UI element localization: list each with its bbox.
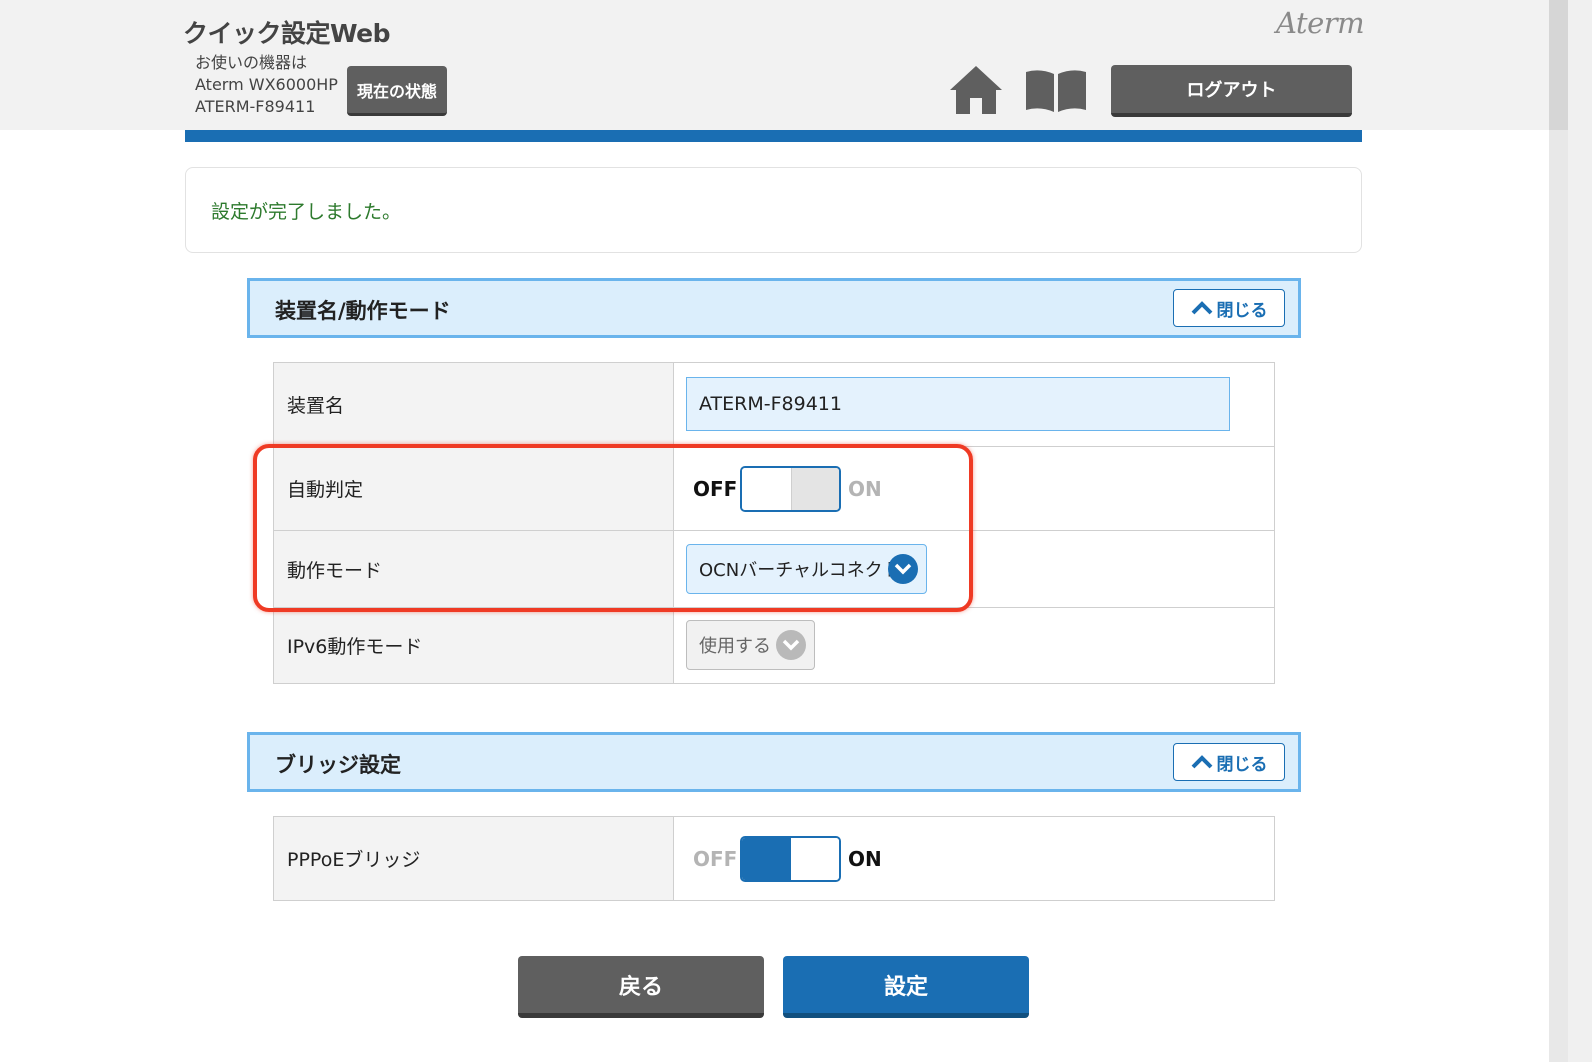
header: クイック設定Web お使いの機器は Aterm WX6000HP ATERM-F…: [0, 0, 1568, 130]
device-info: お使いの機器は Aterm WX6000HP ATERM-F89411: [195, 52, 338, 118]
operation-mode-label: 動作モード: [274, 531, 674, 607]
operation-mode-value: OCNバーチャルコネクト: [699, 560, 901, 581]
app-title: クイック設定Web: [183, 19, 391, 48]
ipv6-mode-label: IPv6動作モード: [274, 608, 674, 683]
chevron-down-icon: [776, 630, 806, 660]
device-name-label: 装置名: [274, 363, 674, 446]
success-message: 設定が完了しました。: [211, 201, 402, 223]
back-button[interactable]: 戻る: [518, 956, 764, 1018]
chevron-down-icon: [888, 554, 918, 584]
section-header-bridge: ブリッジ設定 閉じる: [247, 732, 1301, 792]
collapse-button[interactable]: 閉じる: [1173, 289, 1285, 327]
toggle-off-label: OFF: [693, 846, 738, 871]
auto-detect-toggle[interactable]: [740, 466, 841, 512]
pppoe-bridge-toggle[interactable]: [740, 836, 841, 882]
table-row: 装置名 ATERM-F89411: [274, 363, 1274, 446]
table-row: PPPoEブリッジ OFF ON: [274, 817, 1274, 900]
scrollbar-track[interactable]: [1549, 130, 1568, 1062]
section-title: 装置名/動作モード: [275, 299, 451, 323]
operation-mode-select[interactable]: OCNバーチャルコネクト: [686, 544, 927, 594]
bridge-settings-table: PPPoEブリッジ OFF ON: [273, 816, 1275, 901]
table-row: 自動判定 OFF ON: [274, 446, 1274, 530]
header-accent-bar: [185, 130, 1362, 142]
section-header-device: 装置名/動作モード 閉じる: [247, 278, 1301, 338]
pppoe-bridge-label: PPPoEブリッジ: [274, 817, 674, 900]
toggle-off-label: OFF: [693, 476, 738, 501]
device-name-input[interactable]: ATERM-F89411: [686, 377, 1230, 431]
device-info-line: お使いの機器は: [195, 53, 308, 72]
toggle-on-label: ON: [848, 846, 882, 871]
device-model: Aterm WX6000HP: [195, 75, 338, 94]
section-title: ブリッジ設定: [275, 753, 401, 777]
current-status-button[interactable]: 現在の状態: [347, 66, 447, 116]
chevron-up-icon: [1191, 755, 1212, 769]
table-row: 動作モード OCNバーチャルコネクト: [274, 530, 1274, 607]
chevron-up-icon: [1191, 301, 1212, 315]
device-settings-table: 装置名 ATERM-F89411 自動判定 OFF ON 動作モード OCNバー…: [273, 362, 1275, 684]
home-icon[interactable]: [948, 64, 1004, 116]
collapse-button-label: 閉じる: [1216, 300, 1268, 321]
toggle-on-label: ON: [848, 476, 882, 501]
scrollbar[interactable]: [1568, 0, 1592, 1062]
aterm-logo: Aterm: [1276, 6, 1365, 40]
logout-button[interactable]: ログアウト: [1111, 65, 1352, 117]
manual-book-icon[interactable]: [1024, 68, 1088, 114]
ipv6-mode-select[interactable]: 使用する: [686, 620, 815, 670]
scrollbar-thumb[interactable]: [1549, 0, 1568, 130]
table-row: IPv6動作モード 使用する: [274, 607, 1274, 683]
device-name: ATERM-F89411: [195, 97, 316, 116]
auto-detect-label: 自動判定: [274, 447, 674, 530]
ipv6-mode-value: 使用する: [699, 636, 771, 657]
collapse-button-label: 閉じる: [1216, 754, 1268, 775]
apply-settings-button[interactable]: 設定: [783, 956, 1029, 1018]
collapse-button[interactable]: 閉じる: [1173, 743, 1285, 781]
